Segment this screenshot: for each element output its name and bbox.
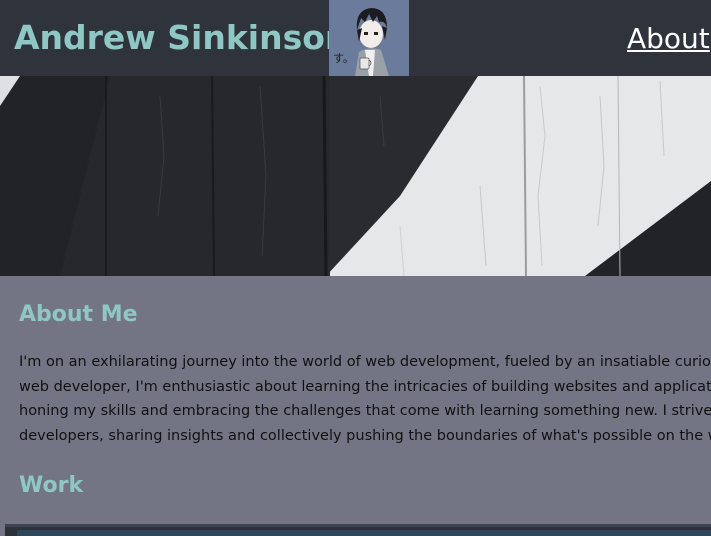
work-section-panel (5, 524, 711, 536)
anime-avatar-image: す。 (329, 0, 409, 76)
about-line: honing my skills and embracing the chall… (19, 403, 711, 419)
site-title[interactable]: Andrew Sinkinson (14, 18, 348, 58)
hero-banner (0, 76, 711, 276)
about-line: I'm on an exhilarating journey into the … (19, 354, 711, 370)
about-paragraph: I'm on an exhilarating journey into the … (19, 350, 711, 448)
work-panel-inner (17, 530, 711, 536)
about-heading: About Me (19, 302, 138, 327)
avatar-mark: す。 (333, 52, 354, 65)
painted-wood-stripes-image (0, 76, 711, 276)
work-heading: Work (19, 473, 84, 498)
nav-link-about[interactable]: About (627, 20, 710, 58)
main-content: About Me I'm on an exhilarating journey … (0, 276, 711, 524)
avatar: す。 (329, 0, 409, 76)
about-line: web developer, I'm enthusiastic about le… (19, 378, 711, 395)
about-line: developers, sharing insights and collect… (19, 427, 711, 444)
site-header: Andrew Sinkinson す。 About (0, 0, 711, 76)
